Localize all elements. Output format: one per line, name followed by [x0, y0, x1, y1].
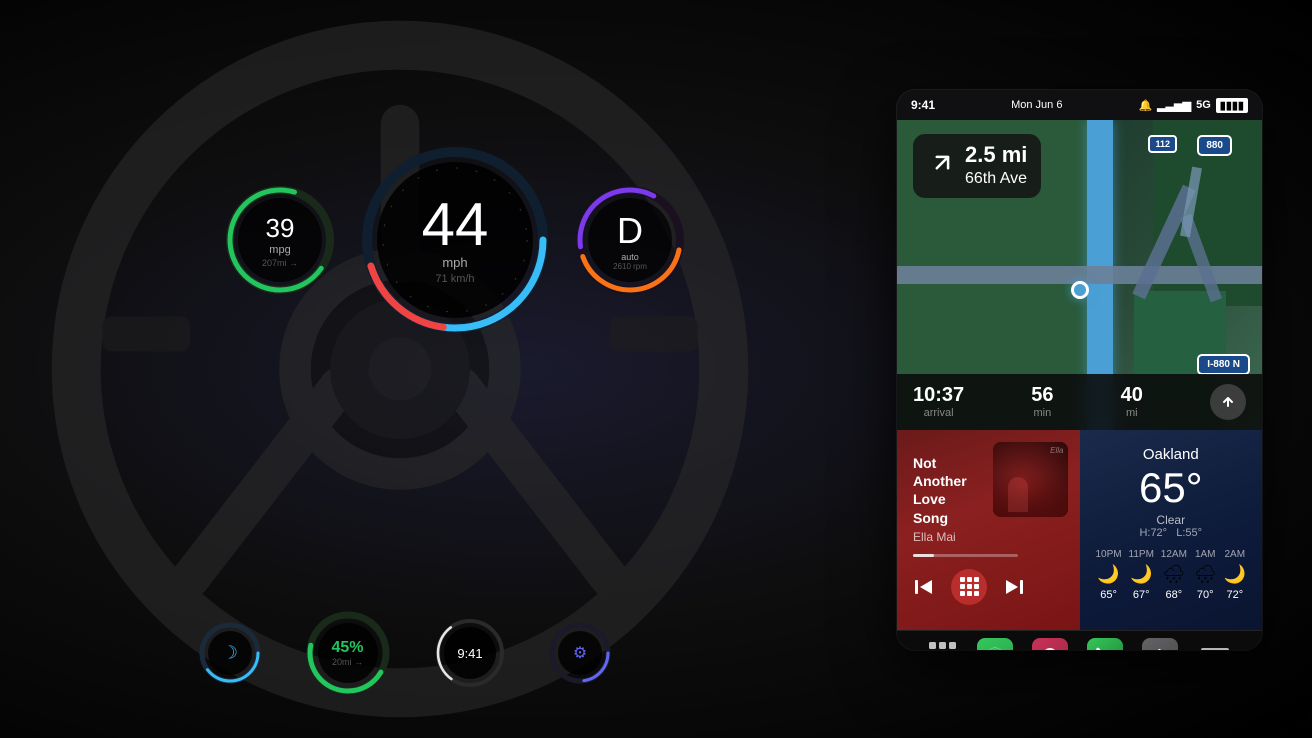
turn-arrow-icon [927, 150, 955, 183]
weather-temp: 65° [1096, 467, 1247, 509]
distance-info: 2.5 mi 66th Ave [965, 144, 1027, 188]
maps-header: 2.5 mi 66th Ave [897, 120, 1262, 208]
battery-label: 20mi → [331, 657, 363, 667]
maps-section[interactable]: 880 112 2.5 mi 66th Ave I-880 N [897, 120, 1262, 430]
phone-dock-icon[interactable] [1087, 638, 1123, 651]
maps-dock-icon[interactable] [977, 638, 1013, 651]
carplay-settings-icon[interactable] [1197, 638, 1233, 651]
weather-hour-0: 10PM 🌙 65° [1096, 549, 1122, 601]
weather-hilo: H:72° L:55° [1096, 527, 1247, 539]
music-controls [913, 569, 1064, 605]
distance-value: 2.5 mi [965, 144, 1027, 166]
mpg-sublabel: 207mi → [262, 258, 298, 268]
bell-icon: 🔔 [1139, 99, 1153, 112]
weather-hour-3: 1AM 🌧 70° [1194, 549, 1217, 601]
weather-hour-4: 2AM 🌙 72° [1224, 549, 1246, 601]
gear-sublabel: auto [621, 252, 639, 262]
fan-dock-icon[interactable] [1142, 638, 1178, 651]
travel-miles: 40 mi [1121, 385, 1143, 419]
settings-icon: ⚙ [573, 643, 587, 663]
weather-hourly: 10PM 🌙 65° 11PM 🌙 67° 12AM 🌧 68° 1AM 🌧 [1096, 549, 1247, 601]
song-title: Not Another Love Song [913, 454, 979, 527]
time-gauge: 9:41 [433, 616, 508, 691]
status-bar: 9:41 Mon Jun 6 🔔 ▂▃▅▆ 5G ▮▮▮▮ [897, 90, 1262, 120]
maps-footer: 10:37 arrival 56 min 40 mi [897, 374, 1262, 430]
moon-icon: ☽ [222, 643, 238, 664]
grid-button[interactable] [951, 569, 987, 605]
street-name: 66th Ave [965, 170, 1027, 188]
gear-value: D [617, 210, 643, 252]
battery-value: 45% [331, 639, 363, 657]
signal-bars: ▂▃▅▆ [1157, 99, 1191, 112]
speed-sublabel: 71 km/h [435, 273, 474, 285]
travel-minutes: 56 min [1031, 385, 1053, 419]
status-right-icons: 🔔 ▂▃▅▆ 5G ▮▮▮▮ [1139, 98, 1248, 113]
mpg-value: 39 [266, 213, 295, 244]
album-art: Ella [993, 442, 1068, 517]
weather-condition: Clear [1096, 513, 1247, 527]
weather-city: Oakland [1096, 446, 1247, 463]
progress-bar[interactable] [913, 554, 1018, 557]
podcasts-dock-icon[interactable] [1032, 638, 1068, 651]
mpg-gauge: 39 mpg 207mi → [220, 180, 340, 300]
gauge-cluster: 39 mpg 207mi → 44 mph 71 km/h [80, 60, 830, 420]
progress-fill [913, 554, 934, 557]
network-type: 5G [1196, 99, 1211, 111]
weather-widget[interactable]: Oakland 65° Clear H:72° L:55° 10PM 🌙 65°… [1080, 430, 1263, 630]
speed-label: mph [442, 255, 467, 270]
gear-gauge: D auto 2610 rpm [570, 180, 690, 300]
battery-icon: ▮▮▮▮ [1216, 98, 1248, 113]
artist-name: Ella Mai [913, 530, 979, 544]
weather-low: L:55° [1176, 527, 1202, 539]
mpg-label: mpg [269, 244, 290, 256]
settings-gauge: ⚙ [548, 621, 613, 686]
music-widget[interactable]: Ella Not Another Love Song Ella Mai [897, 430, 1080, 630]
arrival-time: 10:37 arrival [913, 385, 964, 419]
nav-location-dot [1071, 281, 1089, 299]
turn-direction-box: 2.5 mi 66th Ave [913, 134, 1041, 198]
maps-expand-button[interactable] [1210, 384, 1246, 420]
speed-value: 44 [422, 195, 489, 255]
night-gauge: ☽ [198, 621, 263, 686]
weather-hour-2: 12AM 🌧 68° [1161, 549, 1187, 601]
prev-button[interactable] [913, 576, 935, 598]
dock [897, 630, 1262, 650]
weather-high: H:72° [1139, 527, 1167, 539]
speed-gauge: 44 mph 71 km/h [355, 140, 555, 340]
widgets-row: Ella Not Another Love Song Ella Mai [897, 430, 1262, 630]
status-date: Mon Jun 6 [1011, 99, 1062, 111]
next-button[interactable] [1003, 576, 1025, 598]
home-grid-button[interactable] [926, 640, 958, 651]
bottom-gauge-row: ☽ 45% 20mi → 9:41 [80, 608, 730, 698]
time-value: 9:41 [457, 646, 482, 661]
battery-gauge: 45% 20mi → [303, 608, 393, 698]
status-time: 9:41 [911, 98, 935, 112]
gear-rpm: 2610 rpm [613, 262, 647, 271]
weather-hour-1: 11PM 🌙 67° [1129, 549, 1154, 601]
highway-badge-bottom: I-880 N [1197, 354, 1250, 375]
carplay-panel: 9:41 Mon Jun 6 🔔 ▂▃▅▆ 5G ▮▮▮▮ [897, 90, 1262, 650]
